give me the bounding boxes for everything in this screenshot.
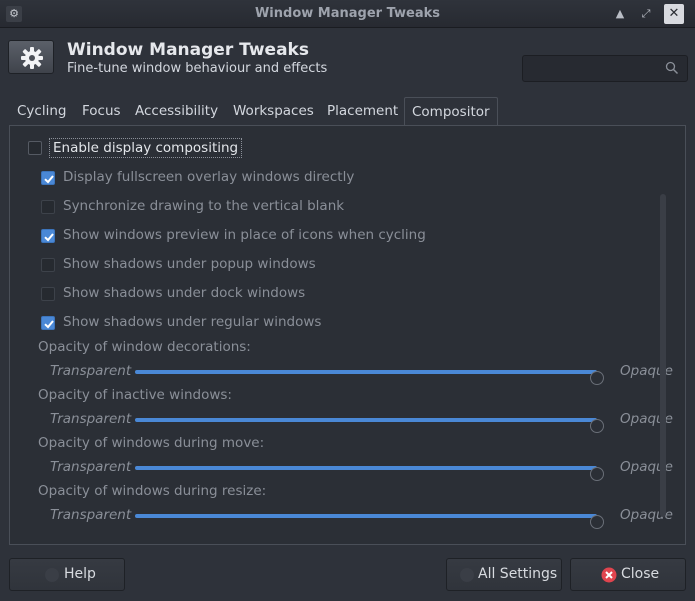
dialog-window: Window Manager Tweaks Fine-tune window b… xyxy=(0,28,695,601)
decorations-opacity-slider[interactable]: Transparent Opaque xyxy=(50,363,673,385)
slider-track[interactable] xyxy=(135,514,604,529)
close-button[interactable]: Close xyxy=(570,558,686,591)
slider-low-label: Transparent xyxy=(50,411,132,427)
decorations-opacity-title: Opacity of window decorations: xyxy=(38,339,251,355)
move-opacity-slider[interactable]: Transparent Opaque xyxy=(50,459,673,481)
panel-scrollbar[interactable] xyxy=(660,194,666,517)
fullscreen-overlay-label: Display fullscreen overlay windows direc… xyxy=(63,169,355,185)
help-icon xyxy=(45,568,59,582)
slider-fill xyxy=(135,466,597,470)
tab-workspaces[interactable]: Workspaces xyxy=(226,97,321,125)
dialog-header: Window Manager Tweaks Fine-tune window b… xyxy=(0,28,695,94)
search-input[interactable] xyxy=(522,55,688,82)
slider-handle[interactable] xyxy=(590,515,604,529)
dialog-subtitle: Fine-tune window behaviour and effects xyxy=(67,61,328,76)
close-label: Close xyxy=(621,566,660,582)
move-opacity-title: Opacity of windows during move: xyxy=(38,435,265,451)
slider-track[interactable] xyxy=(135,466,604,481)
slider-fill xyxy=(135,418,597,422)
window-title: Window Manager Tweaks xyxy=(254,6,441,21)
popup-shadows-label: Show shadows under popup windows xyxy=(63,256,316,272)
popup-shadows-checkbox[interactable] xyxy=(41,258,55,272)
dialog-title: Window Manager Tweaks xyxy=(67,40,309,60)
settings-gear-icon xyxy=(8,40,54,74)
window-titlebar[interactable]: ⚙ Window Manager Tweaks ▲ ⤢ ✕ xyxy=(0,0,695,28)
slider-low-label: Transparent xyxy=(50,507,132,523)
all-settings-label: All Settings xyxy=(478,566,558,582)
tab-compositor[interactable]: Compositor xyxy=(404,97,498,126)
maximize-button[interactable]: ⤢ xyxy=(636,4,656,24)
help-button[interactable]: Help xyxy=(9,558,125,591)
resize-opacity-slider[interactable]: Transparent Opaque xyxy=(50,507,673,529)
all-settings-button[interactable]: All Settings xyxy=(446,558,562,591)
dock-shadows-label: Show shadows under dock windows xyxy=(63,285,306,301)
inactive-opacity-slider[interactable]: Transparent Opaque xyxy=(50,411,673,433)
close-window-button[interactable]: ✕ xyxy=(664,4,684,24)
close-icon xyxy=(601,567,617,583)
help-label: Help xyxy=(64,566,96,582)
regular-shadows-label: Show shadows under regular windows xyxy=(63,314,322,330)
slider-handle[interactable] xyxy=(590,419,604,433)
search-icon xyxy=(665,61,679,75)
window-preview-checkbox[interactable] xyxy=(41,229,55,243)
enable-compositing-checkbox[interactable] xyxy=(28,141,42,155)
dock-shadows-checkbox[interactable] xyxy=(41,287,55,301)
slider-fill xyxy=(135,370,597,374)
enable-compositing-label[interactable]: Enable display compositing xyxy=(49,138,243,158)
inactive-opacity-title: Opacity of inactive windows: xyxy=(38,387,232,403)
vsync-label: Synchronize drawing to the vertical blan… xyxy=(63,198,345,214)
regular-shadows-checkbox[interactable] xyxy=(41,316,55,330)
settings-icon xyxy=(460,568,474,582)
slider-low-label: Transparent xyxy=(50,363,132,379)
tab-cycling[interactable]: Cycling xyxy=(10,97,73,125)
slider-handle[interactable] xyxy=(590,371,604,385)
window-preview-label: Show windows preview in place of icons w… xyxy=(63,227,426,243)
slider-track[interactable] xyxy=(135,370,604,385)
slider-handle[interactable] xyxy=(590,467,604,481)
resize-opacity-title: Opacity of windows during resize: xyxy=(38,483,267,499)
tab-accessibility[interactable]: Accessibility xyxy=(128,97,225,125)
fullscreen-overlay-checkbox[interactable] xyxy=(41,171,55,185)
slider-fill xyxy=(135,514,597,518)
slider-track[interactable] xyxy=(135,418,604,433)
tab-focus[interactable]: Focus xyxy=(75,97,128,125)
shade-button[interactable]: ▲ xyxy=(610,4,630,24)
compositor-panel: Enable display compositing Display fulls… xyxy=(9,125,686,545)
slider-low-label: Transparent xyxy=(50,459,132,475)
tab-placement[interactable]: Placement xyxy=(320,97,405,125)
vsync-checkbox[interactable] xyxy=(41,200,55,214)
tab-bar: Cycling Focus Accessibility Workspaces P… xyxy=(10,97,690,126)
